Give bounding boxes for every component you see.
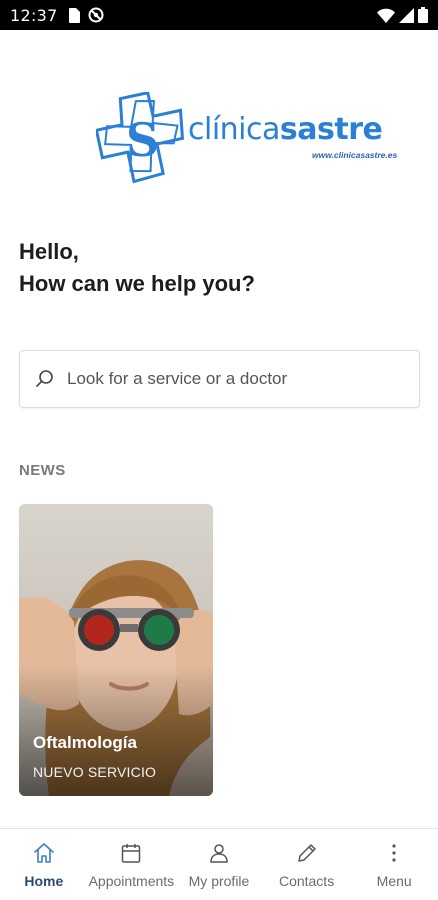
nav-item-contacts[interactable]: Contacts (263, 829, 351, 900)
signal-icon (399, 7, 414, 23)
home-icon (33, 843, 54, 863)
news-card-subtitle: NUEVO SERVICIO (33, 764, 157, 780)
battery-icon (418, 7, 428, 23)
nav-label-menu: Menu (376, 873, 412, 889)
greeting-line-2: How can we help you? (19, 271, 255, 296)
nav-label-home: Home (24, 873, 64, 889)
news-card-title: Oftalmología (33, 733, 137, 752)
greeting-heading: Hello, How can we help you? (19, 236, 255, 300)
wifi-icon (377, 8, 395, 23)
logo-wordmark-bold: sastre (279, 112, 383, 147)
search-input[interactable]: Look for a service or a doctor (19, 350, 420, 408)
logo-cross-icon: S (96, 92, 185, 184)
nav-item-home[interactable]: Home (0, 829, 88, 900)
status-time: 12:37 (10, 5, 58, 25)
brand-logo: S clínicasastre www.clinicasastre.es (96, 92, 408, 184)
nav-item-appointments[interactable]: Appointments (88, 829, 176, 900)
pencil-icon (297, 844, 316, 862)
nav-item-my-profile[interactable]: My profile (175, 829, 263, 900)
nav-label-appointments: Appointments (88, 873, 175, 889)
news-card[interactable]: Oftalmología NUEVO SERVICIO (19, 504, 213, 796)
nav-label-my-profile: My profile (188, 873, 250, 889)
status-right-icons (377, 7, 428, 23)
logo-wordmark-light: clínica (188, 112, 280, 147)
logo-url: www.clinicasastre.es (312, 150, 398, 160)
nav-item-menu[interactable]: Menu (350, 829, 438, 900)
status-bar: 12:37 (0, 0, 438, 30)
news-section-label: NEWS (19, 462, 66, 479)
greeting-line-1: Hello, (19, 239, 79, 264)
calendar-icon (122, 844, 141, 863)
logo-wordmark: clínicasastre (188, 112, 383, 147)
person-icon (210, 844, 228, 863)
search-placeholder: Look for a service or a doctor (67, 369, 288, 388)
status-left-icons (68, 7, 104, 23)
bottom-nav: Home Appointments My profile Contacts Me… (0, 828, 438, 900)
search-icon (36, 370, 53, 387)
do-not-disturb-icon (88, 7, 104, 23)
sim-card-icon (68, 7, 80, 23)
more-vertical-icon (392, 844, 396, 862)
nav-label-contacts: Contacts (278, 873, 335, 889)
svg-text:S: S (126, 113, 159, 167)
